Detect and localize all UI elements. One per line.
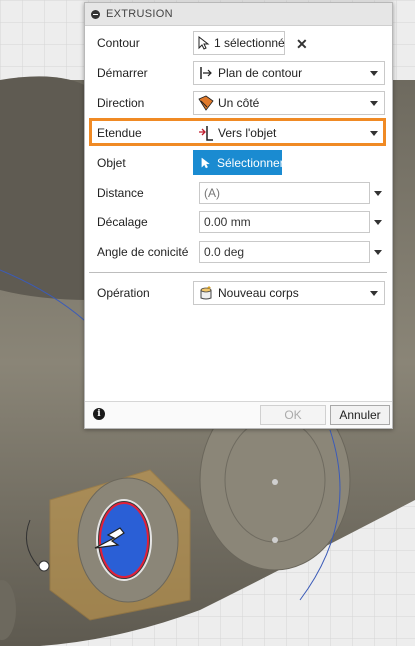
extent-highlight: [89, 118, 386, 146]
new-body-icon: [198, 285, 214, 301]
dialog-title: EXTRUSION: [106, 8, 173, 20]
contour-label: Contour: [97, 36, 140, 50]
operation-value: Nouveau corps: [218, 286, 299, 300]
contour-value: 1 sélectionné: [214, 36, 285, 50]
divider: [89, 272, 387, 273]
object-select-button[interactable]: Sélectionner: [193, 150, 284, 175]
taper-input[interactable]: 0.0 deg: [199, 241, 370, 263]
dialog-header: EXTRUSION: [85, 3, 392, 26]
close-icon[interactable]: ✕: [296, 36, 308, 53]
row-distance: Distance (A): [85, 179, 392, 207]
dialog-footer: i OK Annuler: [85, 401, 392, 428]
row-start: Démarrer Plan de contour: [85, 59, 392, 87]
taper-label: Angle de conicité: [97, 245, 189, 259]
cancel-button[interactable]: Annuler: [330, 405, 390, 425]
ok-button[interactable]: OK: [260, 405, 326, 425]
chevron-down-icon[interactable]: [374, 191, 382, 196]
chevron-down-icon: [370, 101, 378, 106]
row-contour: Contour 1 sélectionné ✕: [85, 29, 392, 57]
start-label: Démarrer: [97, 66, 148, 80]
offset-label: Décalage: [97, 215, 148, 229]
offset-input[interactable]: 0.00 mm: [199, 211, 370, 233]
start-dropdown[interactable]: Plan de contour: [193, 61, 385, 85]
operation-label: Opération: [97, 286, 150, 300]
chevron-down-icon[interactable]: [374, 220, 382, 225]
distance-input[interactable]: (A): [199, 182, 370, 204]
contour-select-button[interactable]: 1 sélectionné: [193, 31, 285, 55]
collapse-icon[interactable]: [91, 9, 100, 19]
extrusion-dialog: EXTRUSION Contour 1 sélectionné ✕ Démarr…: [84, 2, 393, 429]
direction-label: Direction: [97, 96, 145, 110]
cursor-select-icon: [198, 35, 210, 51]
row-taper: Angle de conicité 0.0 deg: [85, 238, 392, 266]
profile-plane-icon: [198, 65, 214, 81]
operation-dropdown[interactable]: Nouveau corps: [193, 281, 385, 305]
chevron-down-icon: [370, 71, 378, 76]
object-label: Objet: [97, 156, 126, 170]
row-direction: Direction Un côté: [85, 89, 392, 117]
start-value: Plan de contour: [218, 66, 303, 80]
direction-dropdown[interactable]: Un côté: [193, 91, 385, 115]
info-icon[interactable]: i: [93, 408, 105, 420]
direction-value: Un côté: [218, 96, 260, 110]
cursor-select-icon: [201, 156, 211, 170]
row-operation: Opération Nouveau corps: [85, 279, 392, 307]
object-select-label: Sélectionner: [217, 155, 284, 170]
row-offset: Décalage 0.00 mm: [85, 208, 392, 236]
one-side-icon: [198, 95, 214, 111]
chevron-down-icon: [370, 291, 378, 296]
selected-face: [99, 502, 149, 578]
distance-label: Distance: [97, 186, 144, 200]
chevron-down-icon[interactable]: [374, 250, 382, 255]
